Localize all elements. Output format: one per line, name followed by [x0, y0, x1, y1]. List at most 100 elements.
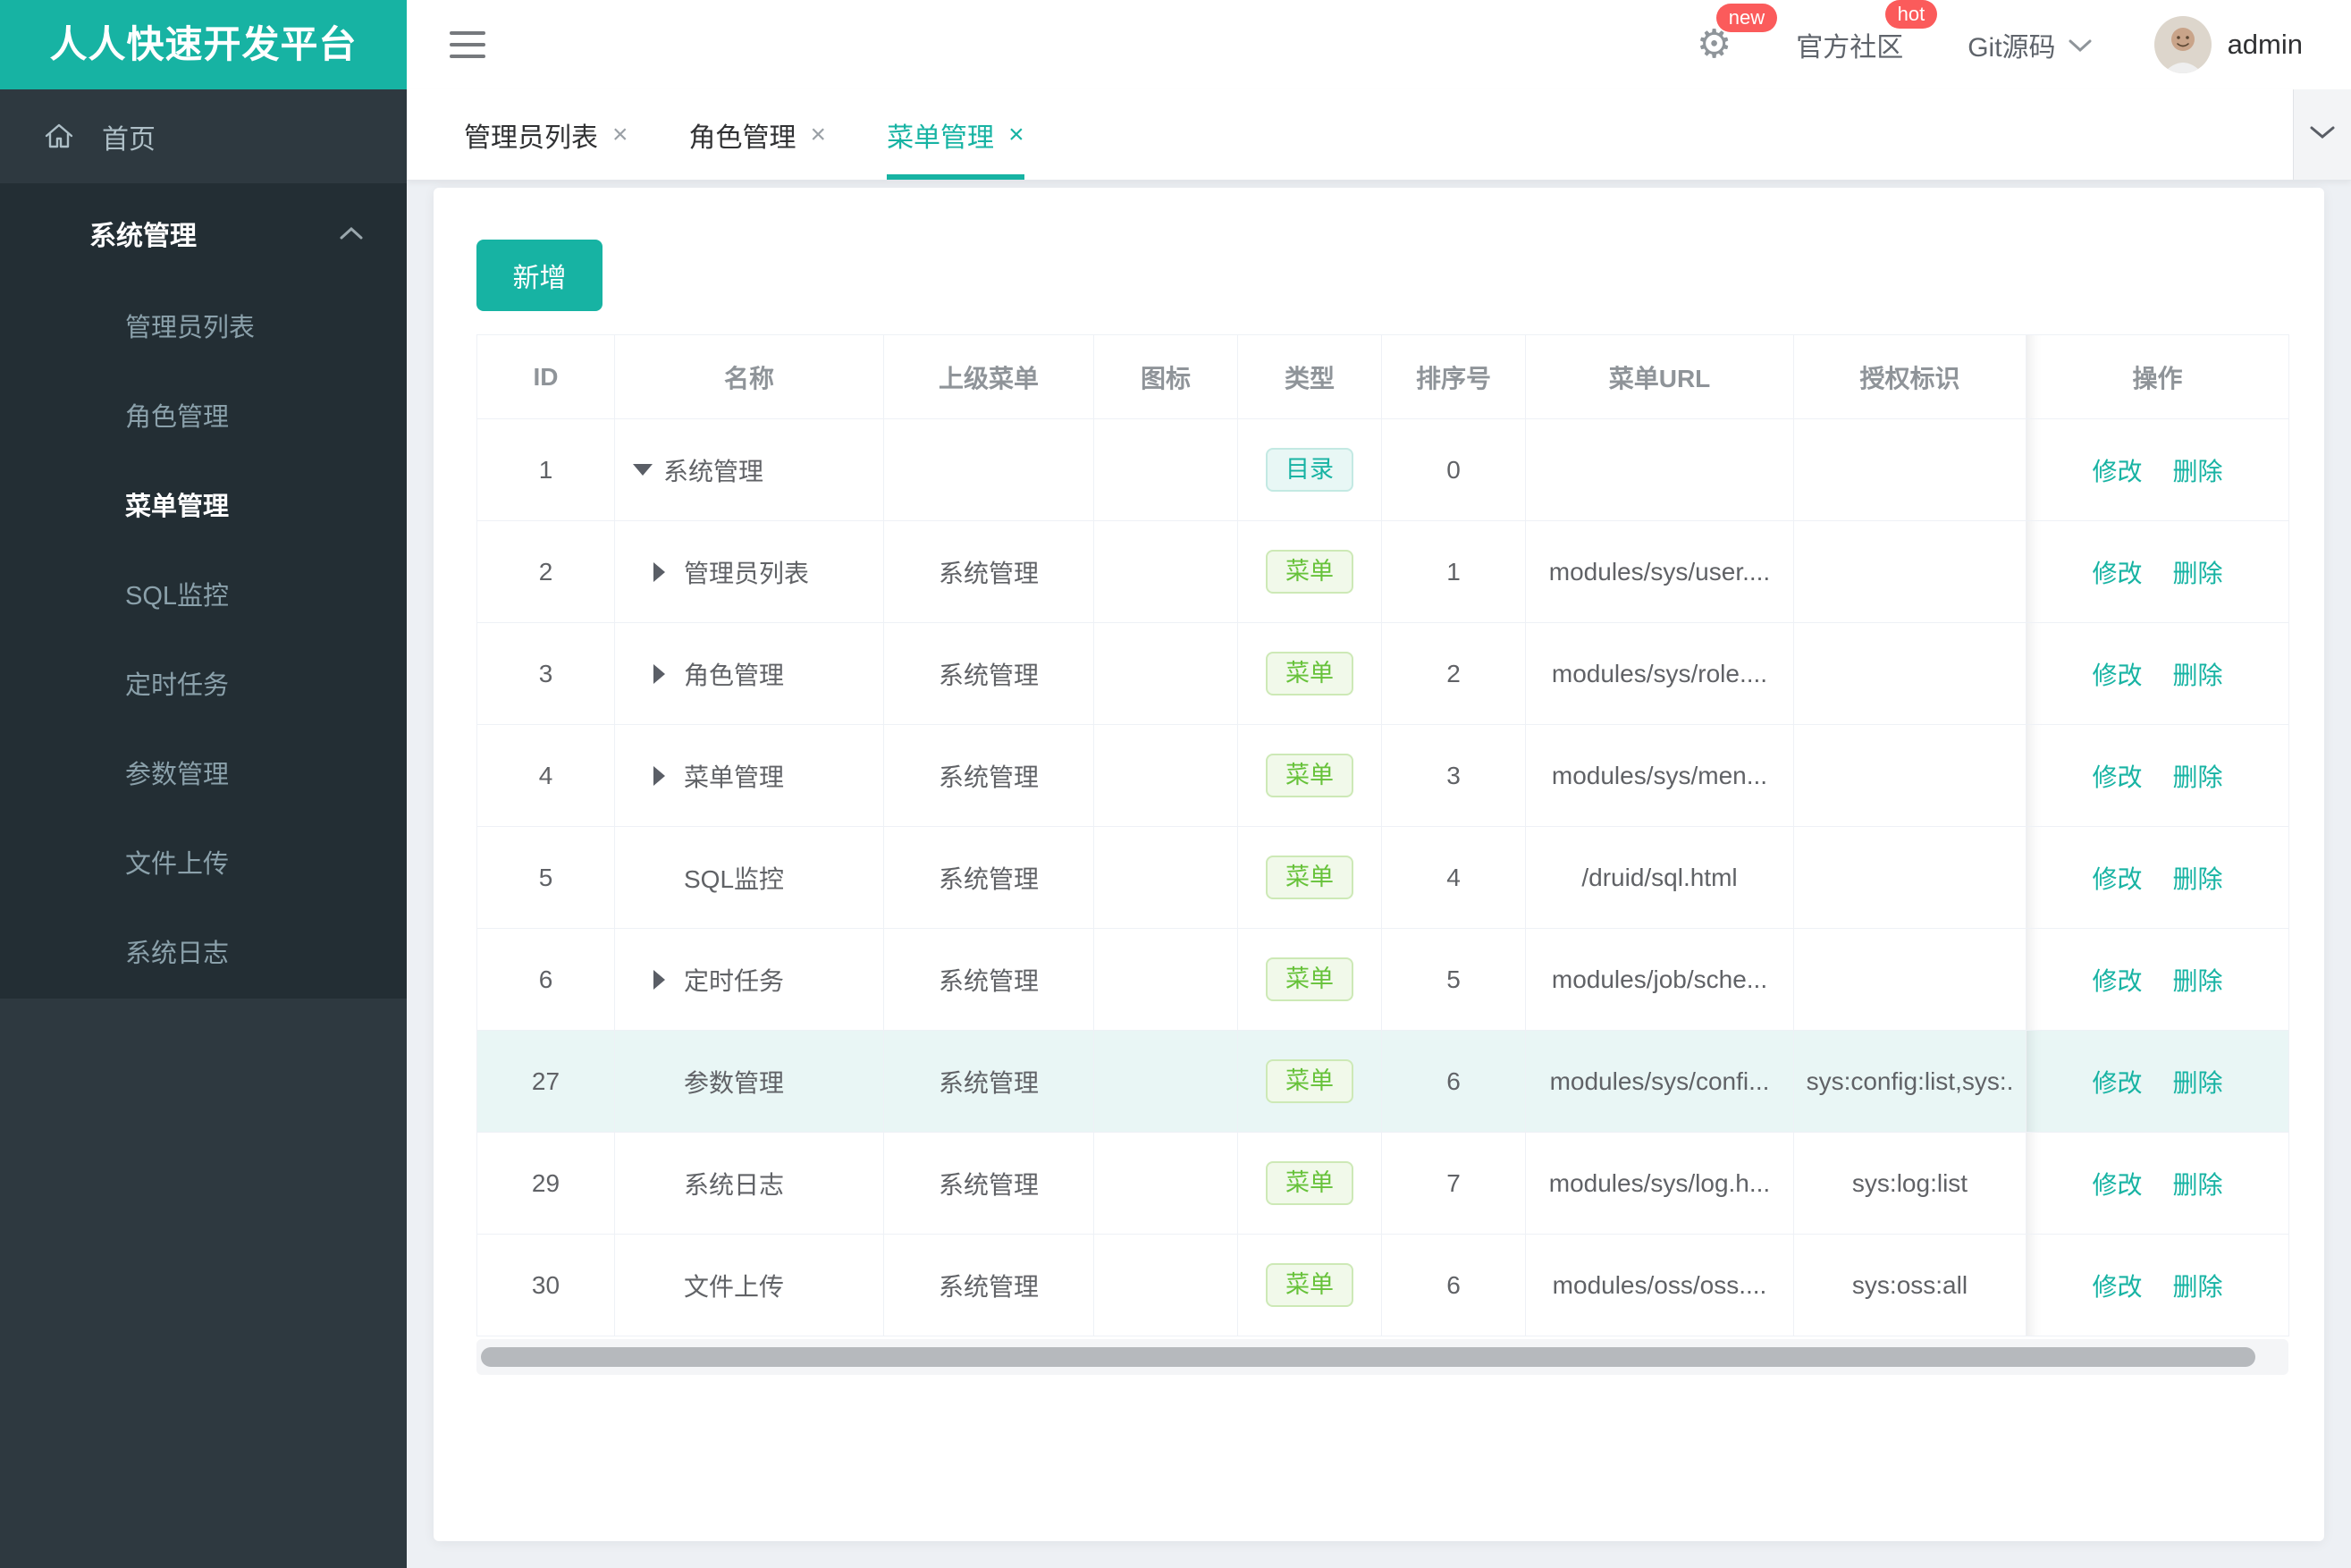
sidebar-group-header[interactable]: 系统管理: [0, 183, 407, 283]
menu-name: 定时任务: [684, 966, 785, 995]
cell-parent: 系统管理: [883, 520, 1094, 623]
cell-actions: 修改 删除: [2026, 1132, 2289, 1235]
cell-order: 0: [1381, 418, 1526, 521]
table-row[interactable]: 5 SQL监控 系统管理 菜单 4/druid/sql.html 修改 删除: [476, 826, 2289, 929]
column-header: ID: [476, 334, 615, 419]
cell-icon: [1093, 1132, 1238, 1235]
sidebar-item-config[interactable]: 参数管理: [0, 730, 407, 820]
sidebar-group-label: 系统管理: [89, 222, 197, 251]
avatar[interactable]: [2153, 16, 2212, 73]
expand-arrow-icon[interactable]: [633, 464, 663, 476]
table-row[interactable]: 4 菜单管理 系统管理 菜单 3 modules/sys/men... 修改 删除: [476, 724, 2289, 827]
community-link[interactable]: 官方社区 hot: [1796, 0, 1938, 64]
cell-icon: [1093, 520, 1238, 623]
sidebar-item-log[interactable]: 系统日志: [0, 909, 407, 999]
cell-actions: 修改 删除: [2026, 724, 2289, 827]
edit-link[interactable]: 修改: [2092, 865, 2142, 893]
delete-link[interactable]: 删除: [2173, 1069, 2223, 1097]
menu-toggle-button[interactable]: [450, 31, 485, 58]
expand-arrow-icon[interactable]: [653, 561, 684, 582]
menu-name: 文件上传: [684, 1272, 785, 1301]
cell-id: 3: [476, 622, 615, 725]
delete-link[interactable]: 删除: [2173, 763, 2223, 791]
edit-link[interactable]: 修改: [2092, 1069, 2142, 1097]
cell-url: modules/sys/log.h...: [1525, 1132, 1794, 1235]
tab-menu[interactable]: 菜单管理 ×: [887, 89, 1024, 180]
cell-name: 参数管理: [614, 1030, 884, 1133]
sidebar-item-upload[interactable]: 文件上传: [0, 820, 407, 909]
table-row[interactable]: 27 参数管理 系统管理 菜单 6 modules/sys/confi... sys:con…: [476, 1030, 2289, 1133]
cell-parent: 系统管理: [883, 1132, 1094, 1235]
tab-admin-list[interactable]: 管理员列表 ×: [464, 89, 628, 180]
table-row[interactable]: 6 定时任务 系统管理 菜单 5 modules/job/sche... 修改 删除: [476, 928, 2289, 1031]
edit-link[interactable]: 修改: [2092, 458, 2142, 485]
delete-link[interactable]: 删除: [2173, 662, 2223, 689]
expand-arrow-icon[interactable]: [653, 663, 684, 684]
sidebar-item-role[interactable]: 角色管理: [0, 373, 407, 462]
delete-link[interactable]: 删除: [2173, 560, 2223, 587]
expand-arrow-icon[interactable]: [653, 765, 684, 786]
cell-name: 角色管理: [614, 622, 884, 725]
edit-link[interactable]: 修改: [2092, 560, 2142, 587]
cell-icon: [1093, 1030, 1238, 1133]
sidebar-item-home[interactable]: 首页: [0, 89, 407, 183]
delete-link[interactable]: 删除: [2173, 1273, 2223, 1301]
edit-link[interactable]: 修改: [2092, 1273, 2142, 1301]
type-tag: 菜单: [1266, 1160, 1353, 1206]
settings-button[interactable]: ⚙ new: [1697, 4, 1778, 64]
community-label: 官方社区: [1796, 33, 1904, 63]
cell-id: 30: [476, 1234, 615, 1336]
edit-link[interactable]: 修改: [2092, 662, 2142, 689]
add-button[interactable]: 新增: [476, 240, 602, 311]
delete-link[interactable]: 删除: [2173, 458, 2223, 485]
table-header-row: ID 名称 上级菜单 图标 类型 排序号 菜单URL 授权标识 操作: [476, 334, 2289, 419]
cell-actions: 修改 删除: [2026, 520, 2289, 623]
cell-type: 菜单: [1237, 928, 1382, 1031]
edit-link[interactable]: 修改: [2092, 763, 2142, 791]
h-scrollbar-thumb[interactable]: [481, 1347, 2255, 1367]
tabs-overflow-button[interactable]: [2293, 89, 2351, 180]
new-badge: new: [1715, 4, 1778, 32]
menu-name: 系统日志: [684, 1170, 785, 1199]
table-row[interactable]: 29 系统日志 系统管理 菜单 7 modules/sys/log.h... sys:log…: [476, 1132, 2289, 1235]
cell-url: modules/sys/role....: [1525, 622, 1794, 725]
type-tag: 菜单: [1266, 957, 1353, 1002]
tab-role[interactable]: 角色管理 ×: [689, 89, 827, 180]
table-row[interactable]: 30 文件上传 系统管理 菜单 6 modules/oss/oss.... sys:oss:…: [476, 1234, 2289, 1336]
table-row[interactable]: 1 系统管理 目录 0 修改 删除: [476, 418, 2289, 521]
menu-name: SQL监控: [684, 864, 785, 893]
delete-link[interactable]: 删除: [2173, 1171, 2223, 1199]
sidebar-item-admin-list[interactable]: 管理员列表: [0, 283, 407, 373]
h-scrollbar-track[interactable]: [476, 1339, 2288, 1375]
tab-close-icon[interactable]: ×: [612, 120, 628, 150]
cell-id: 29: [476, 1132, 615, 1235]
cell-actions: 修改 删除: [2026, 826, 2289, 929]
git-source-link[interactable]: Git源码: [1968, 25, 2092, 64]
tab-close-icon[interactable]: ×: [811, 120, 827, 150]
cell-actions: 修改 删除: [2026, 418, 2289, 521]
tab-bar: 管理员列表 × 角色管理 × 菜单管理 ×: [407, 89, 2351, 181]
column-header: 授权标识: [1793, 334, 2027, 419]
cell-icon: [1093, 418, 1238, 521]
menu-name: 角色管理: [684, 661, 785, 689]
expand-arrow-icon[interactable]: [653, 969, 684, 990]
edit-link[interactable]: 修改: [2092, 967, 2142, 995]
table-row[interactable]: 2 管理员列表 系统管理 菜单 1 modules/sys/user.... 修改 删除: [476, 520, 2289, 623]
edit-link[interactable]: 修改: [2092, 1171, 2142, 1199]
cell-type: 目录: [1237, 418, 1382, 521]
table-row[interactable]: 3 角色管理 系统管理 菜单 2 modules/sys/role.... 修改 删除: [476, 622, 2289, 725]
sidebar-item-job[interactable]: 定时任务: [0, 641, 407, 730]
cell-name: 系统管理: [614, 418, 884, 521]
username[interactable]: admin: [2228, 29, 2303, 61]
cell-id: 1: [476, 418, 615, 521]
cell-icon: [1093, 622, 1238, 725]
sidebar-item-menu[interactable]: 菜单管理: [0, 462, 407, 552]
sidebar-item-sql[interactable]: SQL监控: [0, 552, 407, 641]
cell-order: 3: [1381, 724, 1526, 827]
tab-close-icon[interactable]: ×: [1008, 120, 1024, 150]
delete-link[interactable]: 删除: [2173, 967, 2223, 995]
cell-name: 文件上传: [614, 1234, 884, 1336]
delete-link[interactable]: 删除: [2173, 865, 2223, 893]
cell-parent: 系统管理: [883, 724, 1094, 827]
cell-perms: sys:log:list: [1793, 1132, 2027, 1235]
